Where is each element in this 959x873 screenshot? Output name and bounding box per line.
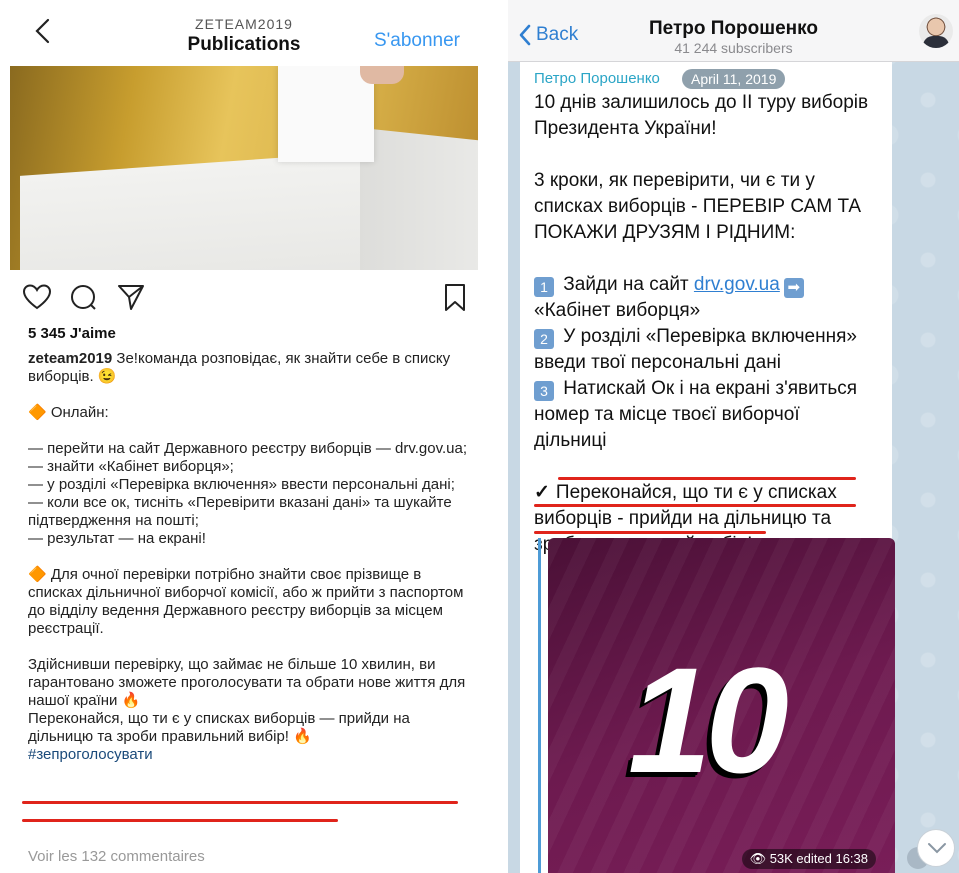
share-icon[interactable] xyxy=(116,282,146,312)
red-underline-annotation xyxy=(534,504,856,507)
step-3: 3 Натискай Ок і на екрані з'явиться xyxy=(534,376,886,402)
steps-intro: 3 кроки, як перевірити, чи є ти у списка… xyxy=(534,168,886,246)
countdown-image: 10 xyxy=(548,538,895,873)
likes-count[interactable]: 5 345 J'aime xyxy=(28,325,116,342)
media-preview[interactable]: 10 xyxy=(538,538,895,873)
message-bubble[interactable]: Петро Порошенко April 11, 2019 10 днів з… xyxy=(520,62,895,873)
check-mark-icon: ✓ xyxy=(534,482,550,503)
highlight-text: Переконайся, що ти є у списках xyxy=(555,482,837,503)
hashtag-link[interactable]: #зепроголосувати xyxy=(28,746,153,763)
step-text: номер та місце твоєї виборчої xyxy=(534,404,800,425)
telegram-channel-screen: Back Петро Порошенко 41 244 subscribers … xyxy=(508,0,959,873)
drv-link[interactable]: drv.gov.ua xyxy=(694,274,780,295)
caption-step: — у розділі «Перевірка включення» ввести… xyxy=(28,476,455,493)
ballot-paper xyxy=(278,66,374,162)
message-intro: 10 днів залишилось до ІІ туру виборів Пр… xyxy=(534,90,886,142)
message-sender[interactable]: Петро Порошенко xyxy=(534,70,660,87)
views-and-edited-time: 👁 53K edited 16:38 xyxy=(741,849,876,869)
online-heading: 🔶 Онлайн: xyxy=(28,404,109,421)
comment-icon[interactable] xyxy=(68,282,98,312)
caption-step: — результат — на екрані! xyxy=(28,530,206,547)
step-text: дільниці xyxy=(534,430,607,451)
post-actions xyxy=(22,282,468,316)
step-number-1-icon: 1 xyxy=(534,277,554,297)
right-arrow-icon: ➡ xyxy=(783,278,804,298)
scroll-down-button[interactable] xyxy=(917,829,955,867)
red-underline-annotation xyxy=(22,819,338,822)
subscriber-count: 41 244 subscribers xyxy=(674,40,793,56)
instagram-post-screen: ZETEAM2019 Publications S'abonner 5 345 … xyxy=(0,0,488,873)
offline-paragraph: 🔶 Для очної перевірки потрібно знайти св… xyxy=(28,566,468,637)
telegram-header: Back Петро Порошенко 41 244 subscribers xyxy=(508,0,959,62)
ballot-box-front xyxy=(20,152,360,270)
step-number-3-icon: 3 xyxy=(534,381,554,401)
step-text: «Кабінет виборця» xyxy=(534,300,701,321)
text-line: ПОКАЖИ ДРУЗЯМ І РІДНИМ: xyxy=(534,222,796,243)
countdown-number: 10 xyxy=(628,636,789,804)
steps-list: 1 Зайди на сайт drv.gov.ua ➡ «Кабінет виб… xyxy=(534,272,886,454)
highlighted-call-to-action: Переконайся, що ти є у списках виборців … xyxy=(28,710,415,745)
date-badge: April 11, 2019 xyxy=(682,69,786,89)
highlight-text: виборців - прийди на дільницю та xyxy=(534,508,832,529)
hand xyxy=(360,66,404,84)
channel-avatar[interactable] xyxy=(919,14,953,48)
text-line: 10 днів залишилось до ІІ туру виборів xyxy=(534,92,869,113)
closing-paragraph: Здійснивши перевірку, що займає не більш… xyxy=(28,656,470,709)
channel-name[interactable]: Петро Порошенко xyxy=(508,18,959,40)
step-text: У розділі «Перевірка включення» xyxy=(558,326,857,347)
avatar-suit xyxy=(923,36,949,48)
text-line: Президента України! xyxy=(534,118,717,139)
step-number-2-icon: 2 xyxy=(534,329,554,349)
caption-step: — коли все ок, тисніть «Перевірити вказа… xyxy=(28,494,456,529)
red-underline-annotation xyxy=(22,801,458,804)
step-text: введи твої персональні дані xyxy=(534,352,781,373)
text-line: ✓ Переконайся, що ти є у списках xyxy=(534,480,886,506)
step-text: Зайди на сайт xyxy=(558,274,694,295)
text-line: списках виборців - ПЕРЕВІР САМ ТА xyxy=(534,196,862,217)
red-underline-annotation xyxy=(558,477,856,480)
view-comments-link[interactable]: Voir les 132 commentaires xyxy=(28,848,205,865)
heart-icon[interactable] xyxy=(22,282,52,312)
post-caption: zeteam2019 Зе!команда розповідає, як зна… xyxy=(28,350,468,764)
instagram-header: ZETEAM2019 Publications S'abonner xyxy=(0,0,488,62)
text-line: 3 кроки, як перевірити, чи є ти у xyxy=(534,170,815,191)
red-underline-annotation xyxy=(534,531,766,534)
follow-button[interactable]: S'abonner xyxy=(374,30,460,52)
caption-username[interactable]: zeteam2019 xyxy=(28,350,112,367)
chevron-down-icon xyxy=(928,843,946,854)
step-2: 2 У розділі «Перевірка включення» xyxy=(534,324,886,350)
message-text: 10 днів залишилось до ІІ туру виборів Пр… xyxy=(534,90,886,584)
caption-step: — знайти «Кабінет виборця»; xyxy=(28,458,234,475)
post-image-ballot-box[interactable] xyxy=(10,66,478,270)
caption-step: — перейти на сайт Державного реєстру виб… xyxy=(28,440,468,457)
step-1: 1 Зайди на сайт drv.gov.ua ➡ xyxy=(534,272,886,298)
bookmark-icon[interactable] xyxy=(440,282,470,312)
step-text: Натискай Ок і на екрані з'явиться xyxy=(558,378,858,399)
